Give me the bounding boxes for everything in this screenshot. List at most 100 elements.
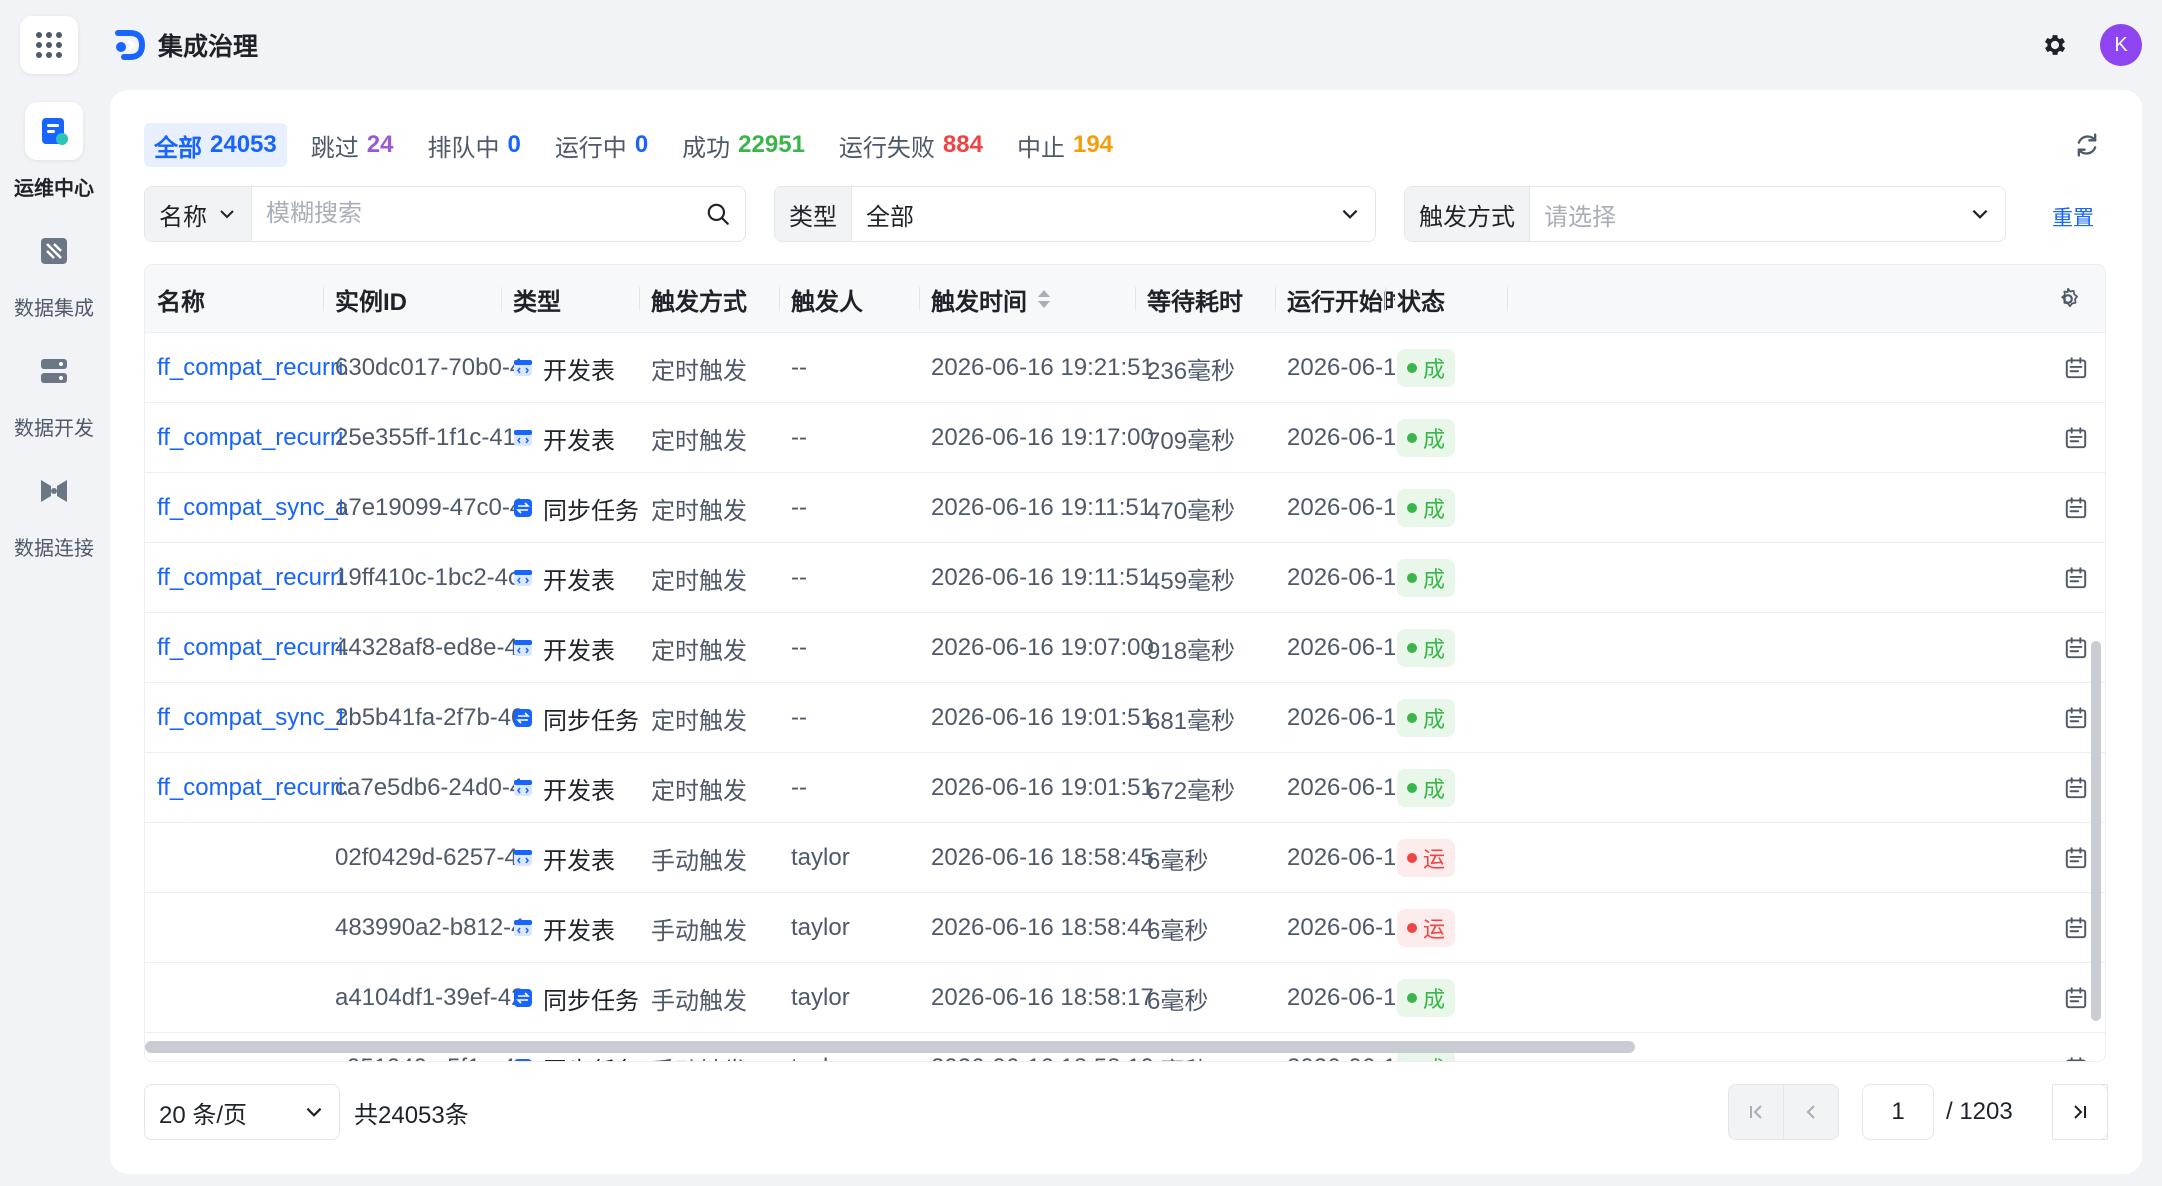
- instance-log-button[interactable]: [2063, 565, 2089, 591]
- reset-button[interactable]: 重置: [2052, 202, 2094, 232]
- cell-text: a4104df1-39ef-42...: [335, 984, 525, 1011]
- instance-log-button[interactable]: [2063, 355, 2089, 381]
- status-tab[interactable]: 跳过 24: [301, 123, 404, 167]
- cell-name[interactable]: [157, 963, 347, 1033]
- task-name-link[interactable]: ff_compat_sync_ta...: [157, 494, 347, 522]
- cell-trigger: 定时触发: [651, 333, 801, 403]
- cell-name[interactable]: ff_compat_recurri...: [157, 753, 347, 823]
- instance-log-button[interactable]: [2063, 845, 2089, 871]
- instance-log-button[interactable]: [2063, 495, 2089, 521]
- status-dot-icon: [1407, 993, 1417, 1003]
- sync-task-icon: [513, 708, 533, 728]
- table-row[interactable]: ff_compat_recurri... 44328af8-ed8e-4... 开发…: [145, 613, 2105, 683]
- column-settings-button[interactable]: [2055, 265, 2095, 333]
- instance-log-button[interactable]: [2063, 705, 2089, 731]
- table-row[interactable]: a4104df1-39ef-42... 同步任务 手动触发 taylor 2026-06…: [145, 963, 2105, 1033]
- status-tab[interactable]: 全部 24053: [144, 123, 287, 167]
- prev-page-button[interactable]: [1783, 1084, 1839, 1140]
- table-row[interactable]: ff_compat_recurri... 630dc017-70b0-4... 开发…: [145, 333, 2105, 403]
- trigger-filter[interactable]: 触发方式 请选择: [1404, 186, 2006, 242]
- cell-text: c951949c-5f1a-4...: [335, 1054, 525, 1061]
- cell-trigger: 手动触发: [651, 823, 801, 893]
- cell-name[interactable]: [157, 893, 347, 963]
- last-page-button[interactable]: [2052, 1084, 2108, 1140]
- type-filter[interactable]: 类型 全部: [774, 186, 1376, 242]
- column-divider[interactable]: [919, 287, 920, 311]
- type-label: 开发表: [543, 917, 615, 945]
- nav-item-data-dev[interactable]: 数据开发: [0, 336, 108, 456]
- app-logo[interactable]: 集成治理: [112, 25, 258, 65]
- task-name-link[interactable]: ff_compat_recurri...: [157, 424, 347, 452]
- instance-log-button[interactable]: [2063, 915, 2089, 941]
- column-divider[interactable]: [501, 287, 502, 311]
- table-row[interactable]: 02f0429d-6257-4... 开发表 手动触发 taylor 2026-06-1…: [145, 823, 2105, 893]
- column-divider[interactable]: [639, 287, 640, 311]
- instance-log-button[interactable]: [2063, 635, 2089, 661]
- column-divider[interactable]: [1275, 287, 1276, 311]
- task-name-link[interactable]: ff_compat_recurri...: [157, 354, 347, 382]
- cell-name[interactable]: ff_compat_recurri...: [157, 333, 347, 403]
- user-avatar[interactable]: K: [2100, 24, 2142, 66]
- table-row[interactable]: ff_compat_recurri... 19ff410c-1bc2-4c... 开…: [145, 543, 2105, 613]
- data-dev-icon: [41, 359, 67, 383]
- name-field-select[interactable]: 名称: [145, 187, 252, 241]
- table-row[interactable]: 483990a2-b812-4... 开发表 手动触发 taylor 2026-06-1…: [145, 893, 2105, 963]
- status-tab[interactable]: 排队中 0: [417, 123, 530, 167]
- cell-name[interactable]: ff_compat_recurri...: [157, 613, 347, 683]
- status-dot-icon: [1407, 643, 1417, 653]
- nav-item-ops-center[interactable]: 运维中心: [0, 96, 108, 216]
- instance-log-button[interactable]: [2063, 775, 2089, 801]
- app-grid-button[interactable]: [20, 16, 78, 74]
- dev-table-icon: [513, 358, 533, 378]
- sort-icon[interactable]: [1035, 288, 1053, 310]
- vertical-scrollbar[interactable]: [2091, 641, 2101, 1021]
- nav-item-data-integration[interactable]: 数据集成: [0, 216, 108, 336]
- column-divider[interactable]: [779, 287, 780, 311]
- current-page-input[interactable]: 1: [1862, 1084, 1934, 1140]
- cell-name[interactable]: [157, 823, 347, 893]
- cell-name[interactable]: ff_compat_sync_ta...: [157, 473, 347, 543]
- table-row[interactable]: ff_compat_sync_ta...a7e19099-47c0-4... 同步…: [145, 473, 2105, 543]
- cell-name[interactable]: ff_compat_recurri...: [157, 403, 347, 473]
- first-page-button[interactable]: [1728, 1084, 1784, 1140]
- cell-text: --: [791, 774, 807, 801]
- instance-log-button[interactable]: [2063, 425, 2089, 451]
- page-size-select[interactable]: 20 条/页: [144, 1084, 340, 1140]
- status-text: 成: [1423, 637, 1446, 662]
- instance-log-button[interactable]: [2063, 985, 2089, 1011]
- column-header[interactable]: 触发时间: [931, 265, 1141, 333]
- table-row[interactable]: ff_compat_recurri... ca7e5db6-24d0-4... 开发…: [145, 753, 2105, 823]
- search-input[interactable]: [266, 200, 686, 228]
- cell-text: 918毫秒: [1147, 637, 1236, 665]
- table-row[interactable]: ff_compat_sync_ta...2b5b41fa-2f7b-40... 同…: [145, 683, 2105, 753]
- cell-name[interactable]: ff_compat_sync_ta...: [157, 683, 347, 753]
- status-tab[interactable]: 中止 194: [1007, 123, 1123, 167]
- column-divider[interactable]: [1135, 287, 1136, 311]
- refresh-button[interactable]: [2070, 128, 2104, 162]
- instance-log-button[interactable]: [2063, 1055, 2089, 1061]
- status-tab[interactable]: 运行失败 884: [829, 123, 993, 167]
- search-icon[interactable]: [705, 201, 731, 227]
- settings-button[interactable]: [2038, 28, 2072, 62]
- column-divider[interactable]: [323, 287, 324, 311]
- task-name-link[interactable]: ff_compat_recurri...: [157, 564, 347, 592]
- table-row[interactable]: ff_compat_recurri... 25e355ff-1f1c-41... 开…: [145, 403, 2105, 473]
- horizontal-scrollbar[interactable]: [145, 1041, 1635, 1053]
- column-divider[interactable]: [1385, 287, 1386, 311]
- cell-text: 709毫秒: [1147, 427, 1236, 455]
- status-tab[interactable]: 运行中 0: [545, 123, 658, 167]
- nav-label-data-connection: 数据连接: [14, 538, 94, 560]
- cell-id: 25e355ff-1f1c-41...: [335, 403, 525, 473]
- cell-id: 44328af8-ed8e-4...: [335, 613, 525, 683]
- task-name-link[interactable]: ff_compat_recurri...: [157, 634, 347, 662]
- cell-name[interactable]: ff_compat_recurri...: [157, 543, 347, 613]
- status-tab[interactable]: 成功 22951: [672, 123, 815, 167]
- nav-item-data-connection[interactable]: 数据连接: [0, 456, 108, 576]
- column-header-label: 触发人: [791, 288, 863, 316]
- dev-table-icon: [513, 778, 533, 798]
- task-name-link[interactable]: ff_compat_sync_ta...: [157, 704, 347, 732]
- task-name-link[interactable]: ff_compat_recurri...: [157, 774, 347, 802]
- instances-table: 名称 实例ID 类型 触发方式 触发人 触发时间 等待耗时 运行开始时间状态 ff_compa…: [144, 264, 2106, 1062]
- column-divider[interactable]: [1507, 287, 1508, 311]
- cell-by: --: [791, 543, 941, 613]
